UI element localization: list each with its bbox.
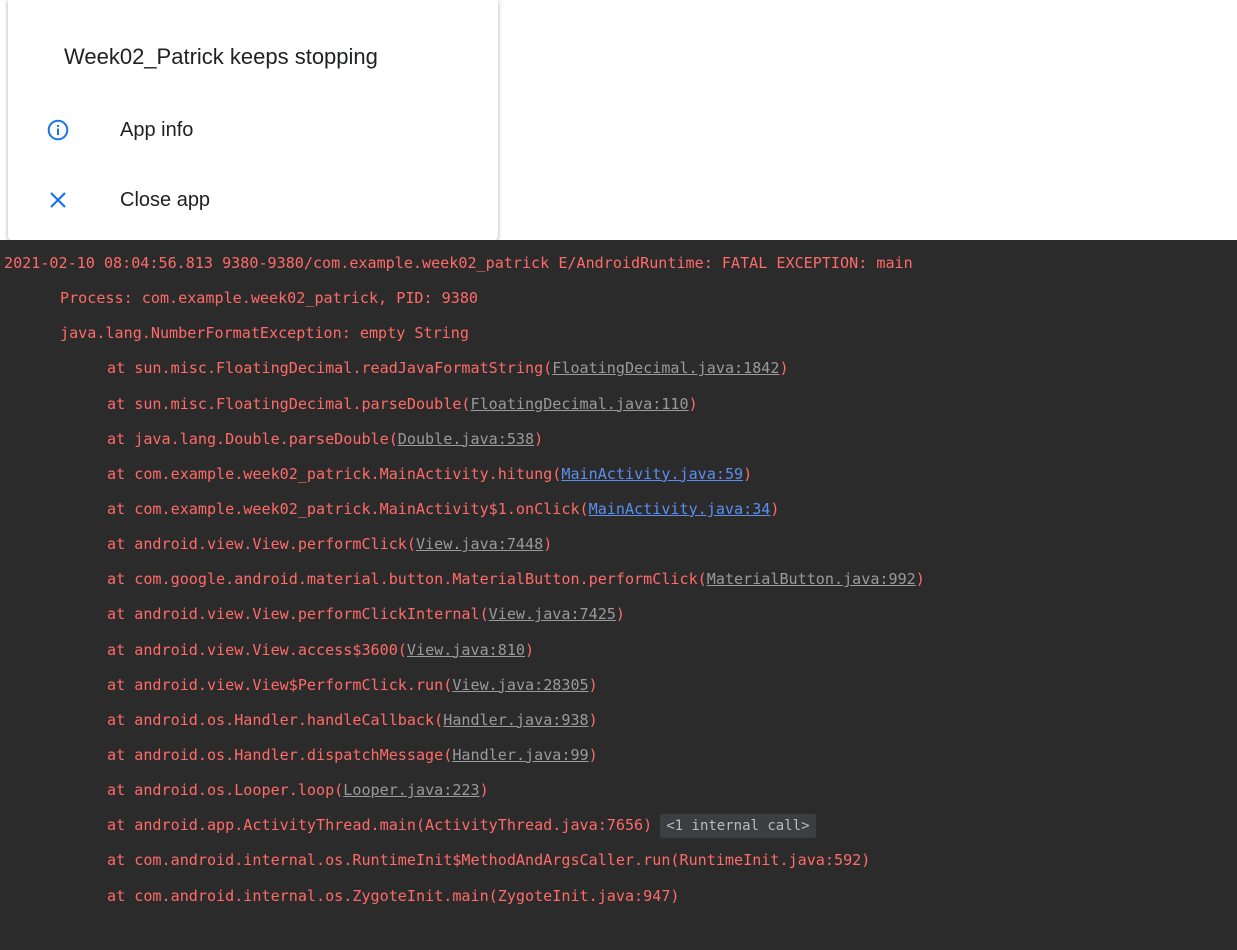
source-link[interactable]: View.java:7448 <box>416 535 543 553</box>
stack-frame-line: at android.os.Handler.dispatchMessage(Ha… <box>0 738 1237 773</box>
source-link[interactable]: View.java:810 <box>407 641 525 659</box>
stack-frame-line: at com.example.week02_patrick.MainActivi… <box>0 492 1237 527</box>
logcat-panel[interactable]: 2021-02-10 08:04:56.813 9380-9380/com.ex… <box>0 240 1237 950</box>
crash-dialog: Week02_Patrick keeps stopping App info C… <box>8 0 498 240</box>
source-link[interactable]: FloatingDecimal.java:110 <box>471 395 689 413</box>
stack-frame-line: at android.os.Handler.handleCallback(Han… <box>0 703 1237 738</box>
stack-frame-line: at android.view.View.access$3600(View.ja… <box>0 633 1237 668</box>
stack-frame-tail: ) <box>588 675 598 694</box>
stack-frame-method: at android.view.View.performClick( <box>107 535 416 554</box>
stack-frame-tail: ) <box>915 570 925 589</box>
stack-frame-line: at java.lang.Double.parseDouble(Double.j… <box>0 422 1237 457</box>
stack-frame-method: at android.app.ActivityThread.main(Activ… <box>107 816 653 835</box>
source-link[interactable]: Looper.java:223 <box>343 781 479 799</box>
stack-frame-method: at android.os.Handler.dispatchMessage( <box>107 745 453 764</box>
log-process-line: Process: com.example.week02_patrick, PID… <box>60 289 479 308</box>
stack-frame-tail: ) <box>525 640 535 659</box>
log-header-line: 2021-02-10 08:04:56.813 9380-9380/com.ex… <box>4 254 913 272</box>
app-info-label: App info <box>120 118 194 141</box>
close-app-button[interactable]: Close app <box>8 170 498 230</box>
log-lines: 2021-02-10 08:04:56.813 9380-9380/com.ex… <box>0 246 1237 914</box>
stack-frame-line: at com.google.android.material.button.Ma… <box>0 562 1237 597</box>
stack-frame-tail: ) <box>588 710 598 729</box>
stack-frame-tail: ) <box>588 745 598 764</box>
internal-call-badge[interactable]: <1 internal call> <box>660 813 816 838</box>
stack-frame-line: at android.app.ActivityThread.main(Activ… <box>0 808 1237 843</box>
stack-frame-method: at android.view.View.performClickInterna… <box>107 605 489 624</box>
stack-frame-line: at com.example.week02_patrick.MainActivi… <box>0 457 1237 492</box>
stack-frame-tail: ) <box>479 781 489 800</box>
source-link[interactable]: MainActivity.java:34 <box>589 500 771 518</box>
stack-frame-tail: ) <box>688 394 698 413</box>
source-link[interactable]: MainActivity.java:59 <box>561 465 743 483</box>
stack-frame-line: at android.view.View.performClick(View.j… <box>0 527 1237 562</box>
stack-frame-method: at com.example.week02_patrick.MainActivi… <box>107 464 562 483</box>
stack-frame-method: at com.android.internal.os.ZygoteInit.ma… <box>107 886 680 905</box>
stack-frame-method: at android.view.View$PerformClick.run( <box>107 675 453 694</box>
stack-frame-tail: ) <box>743 464 753 483</box>
source-link[interactable]: Double.java:538 <box>398 430 534 448</box>
stack-frame-method: at android.view.View.access$3600( <box>107 640 407 659</box>
source-link[interactable]: Handler.java:99 <box>452 746 588 764</box>
stack-frame-tail: ) <box>770 499 780 518</box>
stack-frame-method: at com.example.week02_patrick.MainActivi… <box>107 499 589 518</box>
dialog-title: Week02_Patrick keeps stopping <box>64 44 378 69</box>
stack-frame-line: at sun.misc.FloatingDecimal.readJavaForm… <box>0 351 1237 386</box>
info-icon <box>46 118 70 142</box>
source-link[interactable]: View.java:28305 <box>452 676 588 694</box>
stack-frame-tail: ) <box>615 605 625 624</box>
source-link[interactable]: View.java:7425 <box>489 605 616 623</box>
log-exception-line: java.lang.NumberFormatException: empty S… <box>60 324 469 343</box>
stack-frame-method: at sun.misc.FloatingDecimal.readJavaForm… <box>107 359 553 378</box>
stack-frame-tail: ) <box>534 429 544 448</box>
stack-frame-line: at android.view.View$PerformClick.run(Vi… <box>0 668 1237 703</box>
stack-frame-line: at com.android.internal.os.RuntimeInit$M… <box>0 843 1237 878</box>
stack-frame-line: at android.view.View.performClickInterna… <box>0 597 1237 632</box>
stack-frame-line: at sun.misc.FloatingDecimal.parseDouble(… <box>0 387 1237 422</box>
stack-frame-tail: ) <box>543 535 553 554</box>
app-info-button[interactable]: App info <box>8 100 498 160</box>
stack-frame-method: at java.lang.Double.parseDouble( <box>107 429 398 448</box>
source-link[interactable]: MaterialButton.java:992 <box>707 570 916 588</box>
stack-frames: at sun.misc.FloatingDecimal.readJavaForm… <box>0 351 1237 913</box>
source-link[interactable]: FloatingDecimal.java:1842 <box>552 359 779 377</box>
stack-frame-method: at android.os.Looper.loop( <box>107 781 344 800</box>
stack-frame-method: at com.google.android.material.button.Ma… <box>107 570 707 589</box>
close-icon <box>46 188 70 212</box>
stack-frame-tail: ) <box>779 359 789 378</box>
stack-frame-line: at com.android.internal.os.ZygoteInit.ma… <box>0 879 1237 914</box>
stack-frame-method: at com.android.internal.os.RuntimeInit$M… <box>107 851 871 870</box>
stack-frame-line: at android.os.Looper.loop(Looper.java:22… <box>0 773 1237 808</box>
source-link[interactable]: Handler.java:938 <box>443 711 588 729</box>
stack-frame-method: at sun.misc.FloatingDecimal.parseDouble( <box>107 394 471 413</box>
stack-frame-method: at android.os.Handler.handleCallback( <box>107 710 444 729</box>
close-app-label: Close app <box>120 188 211 211</box>
